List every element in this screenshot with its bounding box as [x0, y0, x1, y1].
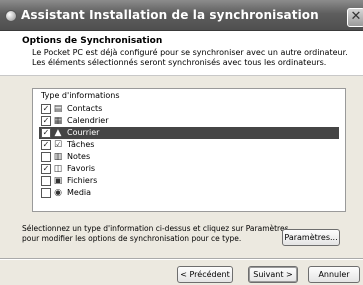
description-line2: pour modifier les options de synchronisa…: [22, 234, 242, 243]
footer-divider: [0, 258, 363, 260]
window-title: Assistant Installation de la synchronisa…: [21, 8, 319, 22]
list-header: Type d'informations: [41, 91, 120, 100]
checkbox[interactable]: [41, 152, 51, 162]
info-type-list[interactable]: Type d'informations ✓ ▤ Contacts ✓ ▦ Cal…: [32, 88, 346, 212]
contacts-icon: ▤: [53, 104, 63, 114]
media-icon: ◉: [54, 188, 62, 198]
header-title: Options de Synchronisation: [22, 36, 163, 46]
list-item-mail[interactable]: ✓ ▲ Courrier: [39, 127, 339, 139]
title-bar[interactable]: Assistant Installation de la synchronisa…: [0, 0, 363, 31]
item-label: Fichiers: [67, 176, 98, 185]
notes-icon: ▥: [53, 152, 63, 162]
list-item-favorites[interactable]: ✓ ◫ Favoris: [39, 163, 339, 175]
item-label: Tâches: [67, 140, 95, 149]
close-icon: ✕: [350, 9, 362, 24]
item-label: Contacts: [67, 104, 103, 113]
wizard-window: Assistant Installation de la synchronisa…: [0, 0, 363, 285]
list-item-notes[interactable]: ▥ Notes: [39, 151, 339, 163]
list-item-media[interactable]: ◉ Media: [39, 187, 339, 199]
description-line1: Sélectionnez un type d'information ci-de…: [22, 224, 289, 233]
tasks-icon: ☑: [53, 140, 63, 150]
checkbox[interactable]: ✓: [41, 104, 51, 114]
item-label: Courrier: [67, 128, 100, 137]
item-label: Calendrier: [67, 116, 109, 125]
header-line2: Les éléments sélectionnés seront synchro…: [32, 58, 327, 67]
app-icon: [5, 10, 17, 22]
list-item-files[interactable]: ▣ Fichiers: [39, 175, 339, 187]
checkbox[interactable]: ✓: [41, 128, 51, 138]
favorites-icon: ◫: [53, 164, 63, 174]
calendar-icon: ▦: [53, 116, 63, 126]
header-line1: Le Pocket PC est déjà configuré pour se …: [32, 48, 348, 57]
back-button[interactable]: < Précédent: [177, 266, 233, 283]
checkbox[interactable]: [41, 188, 51, 198]
item-label: Notes: [67, 152, 91, 161]
item-label: Favoris: [67, 164, 96, 173]
mail-icon: ▲: [54, 128, 62, 138]
checkbox[interactable]: [41, 176, 51, 186]
checkbox[interactable]: ✓: [41, 116, 51, 126]
settings-button[interactable]: Paramètres...: [282, 229, 340, 246]
checkbox[interactable]: ✓: [41, 164, 51, 174]
cancel-button[interactable]: Annuler: [308, 266, 360, 283]
list-item-contacts[interactable]: ✓ ▤ Contacts: [39, 103, 339, 115]
files-icon: ▣: [53, 176, 63, 186]
list-item-tasks[interactable]: ✓ ☑ Tâches: [39, 139, 339, 151]
close-button[interactable]: ✕: [347, 8, 363, 27]
list-item-calendar[interactable]: ✓ ▦ Calendrier: [39, 115, 339, 127]
item-label: Media: [67, 188, 92, 197]
wizard-header: Options de Synchronisation Le Pocket PC …: [0, 31, 363, 76]
checkbox[interactable]: ✓: [41, 140, 51, 150]
next-button[interactable]: Suivant >: [248, 266, 298, 283]
